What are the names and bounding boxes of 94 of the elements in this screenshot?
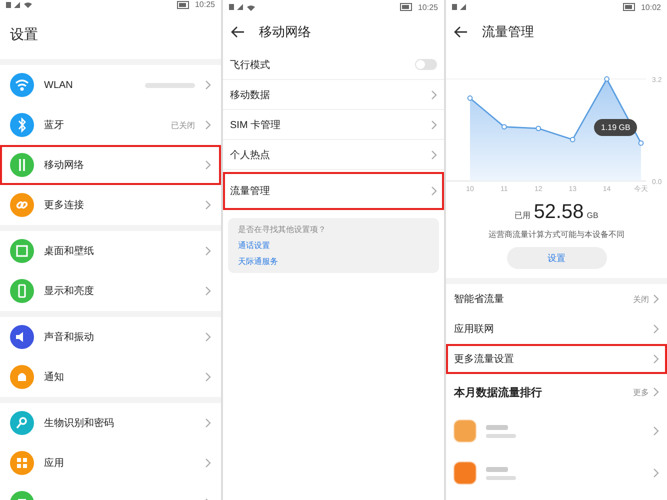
data-point (604, 76, 610, 82)
data-point (467, 95, 473, 101)
toggle-switch[interactable] (415, 59, 437, 70)
settings-item[interactable]: 应用联网 (446, 314, 667, 344)
settings-value: 关闭 (633, 294, 649, 304)
settings-item[interactable]: 通知 (0, 357, 221, 397)
chevron-icon (205, 418, 211, 428)
suggestion-link[interactable]: 天际通服务 (238, 256, 278, 267)
battery-icon (176, 0, 191, 8)
settings-label: 移动网络 (44, 159, 85, 172)
chevron-icon (205, 332, 211, 342)
settings-label: 智能省流量 (454, 292, 505, 306)
settings-label: 更多流量设置 (454, 352, 515, 366)
settings-item[interactable]: 显示和亮度 (0, 271, 221, 311)
data-point (502, 124, 507, 130)
settings-item[interactable]: SIM 卡管理 (223, 110, 444, 140)
battery-icon (400, 3, 414, 11)
chevron-icon (205, 200, 211, 210)
settings-label: WLAN (44, 80, 74, 90)
settings-item[interactable]: WLAN (0, 65, 221, 105)
settings-item[interactable]: 飞行模式 (223, 50, 444, 80)
settings-label: 声音和振动 (44, 330, 95, 344)
settings-item[interactable]: 流量管理 (223, 172, 444, 210)
blurred-app-name (486, 424, 508, 430)
settings-label: 通知 (44, 370, 65, 384)
data-point (536, 126, 542, 132)
settings-item[interactable]: 个人热点 (223, 140, 444, 170)
chevron-icon (205, 458, 211, 468)
used-label: 已用 (514, 210, 531, 221)
settings-value: 已关闭 (171, 120, 195, 130)
chevron-icon (653, 354, 659, 364)
used-unit: GB (586, 211, 598, 220)
settings-item[interactable]: 移动网络 (0, 145, 221, 185)
settings-label: 更多连接 (44, 198, 85, 212)
battery-icon (622, 3, 637, 11)
chevron-icon (653, 468, 659, 478)
settings-item[interactable]: 桌面和壁纸 (0, 231, 221, 271)
settings-label: 桌面和壁纸 (44, 244, 95, 258)
used-amount: 52.58 (534, 201, 584, 224)
settings-item[interactable]: 智能省流量 关闭 (446, 284, 667, 314)
section-title: 本月数据流量排行 (454, 386, 543, 400)
chevron-icon (205, 246, 211, 256)
chevron-icon (431, 186, 437, 196)
settings-label: 流量管理 (230, 184, 271, 198)
chevron-icon (653, 294, 659, 304)
back-arrow-icon[interactable] (231, 26, 245, 38)
page-title: 设置 (9, 25, 39, 44)
chevron-icon (205, 286, 211, 296)
status-time: 10:25 (194, 0, 215, 9)
chevron-icon (653, 426, 659, 436)
suggestion-question: 是否在寻找其他设置项？ (238, 224, 326, 235)
settings-item[interactable]: 更多流量设置 (446, 344, 667, 374)
carrier-note: 运营商流量计算方式可能与本设备不同 (488, 229, 626, 240)
signal-icon (452, 3, 466, 11)
chevron-icon (653, 324, 659, 334)
settings-item[interactable]: 移动数据 (223, 80, 444, 110)
chevron-icon (431, 120, 437, 130)
settings-label: 应用联网 (454, 322, 495, 336)
settings-label: 移动数据 (230, 88, 271, 102)
settings-label: SIM 卡管理 (230, 118, 282, 132)
suggestion-link[interactable]: 通话设置 (238, 240, 270, 251)
page-title: 移动网络 (259, 23, 311, 41)
page-title: 流量管理 (482, 23, 534, 41)
settings-label: 生物识别和密码 (44, 416, 115, 430)
status-time: 10:02 (640, 2, 661, 12)
chevron-icon (205, 80, 211, 90)
chevron-icon (205, 120, 211, 130)
settings-label: 显示和亮度 (44, 284, 95, 298)
chevron-icon (431, 90, 437, 100)
settings-label: 个人热点 (230, 148, 271, 162)
chevron-icon (205, 160, 211, 170)
chevron-icon (205, 372, 211, 382)
blurred-app-usage (486, 434, 516, 438)
signal-icon (6, 0, 20, 8)
settings-item[interactable]: 更多连接 (0, 185, 221, 225)
blurred-app-usage (486, 476, 516, 480)
settings-button[interactable]: 设置 (506, 247, 606, 269)
settings-label: 飞行模式 (230, 58, 271, 72)
status-time: 10:25 (418, 2, 438, 12)
more-link[interactable]: 更多 (633, 386, 649, 398)
settings-item[interactable]: 生物识别和密码 (0, 403, 221, 443)
settings-item[interactable]: 蓝牙 已关闭 (0, 105, 221, 145)
back-arrow-icon[interactable] (454, 26, 468, 38)
data-point (570, 136, 576, 142)
signal-icon (229, 3, 243, 11)
settings-label: 蓝牙 (44, 118, 65, 132)
settings-label: 应用 (44, 456, 65, 470)
settings-item[interactable]: 应用 (0, 443, 221, 483)
settings-item[interactable]: 声音和振动 (0, 317, 221, 357)
chevron-icon (431, 150, 437, 160)
value-tooltip: 1.19 GB (594, 119, 638, 136)
blurred-app-name (486, 466, 508, 472)
chevron-icon (653, 387, 659, 397)
data-point (638, 140, 644, 146)
